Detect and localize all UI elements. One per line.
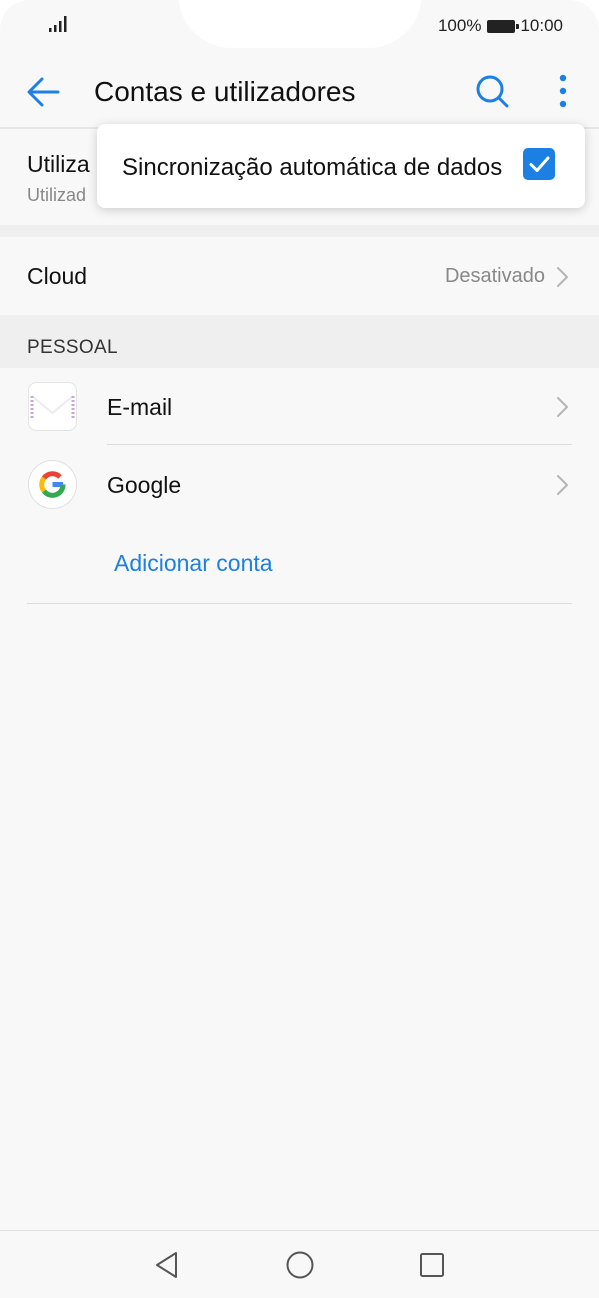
checkmark-icon: [529, 156, 550, 172]
page-title: Contas e utilizadores: [94, 76, 356, 107]
user-row-title: Utiliza: [27, 151, 90, 177]
account-row-email[interactable]: E-mail: [0, 368, 599, 446]
section-header-label: PESSOAL: [27, 337, 118, 358]
nav-recents-icon[interactable]: [416, 1249, 448, 1281]
status-right: 100% 10:00: [438, 15, 563, 37]
navigation-bar: [0, 1230, 599, 1298]
account-name: Google: [107, 472, 182, 498]
account-name: E-mail: [107, 394, 173, 420]
more-vert-icon[interactable]: [548, 72, 578, 112]
row-divider: [107, 444, 572, 445]
battery-percent: 100%: [437, 16, 482, 35]
chevron-right-icon: [557, 475, 568, 495]
app-bar: Contas e utilizadores: [0, 52, 599, 128]
signal-icon: [49, 16, 67, 32]
arrow-left-icon[interactable]: [24, 74, 64, 110]
nav-home-icon[interactable]: [284, 1249, 316, 1281]
auto-sync-label[interactable]: Sincronização automática de dados: [122, 154, 502, 182]
overflow-menu: Sincronização automática de dados: [97, 124, 585, 208]
search-icon[interactable]: [472, 72, 512, 112]
cloud-label: Cloud: [27, 263, 88, 289]
display-notch: [178, 0, 422, 48]
google-g-icon: [28, 460, 77, 509]
cloud-row[interactable]: Cloud Desativado: [0, 237, 599, 315]
status-bar: 100% 10:00: [0, 0, 599, 52]
nav-back-icon[interactable]: [151, 1249, 183, 1281]
user-row-subtitle: Utilizad: [27, 185, 87, 205]
clock: 10:00: [520, 16, 563, 35]
add-account-link[interactable]: Adicionar conta: [114, 550, 273, 577]
battery-icon: [487, 19, 520, 33]
screen-corner-right: [569, 0, 599, 30]
section-header: PESSOAL: [0, 315, 599, 368]
section-gap: [0, 225, 599, 237]
chevron-right-icon: [557, 267, 568, 287]
screen-corner-left: [0, 0, 30, 30]
cloud-status: Desativado: [444, 265, 545, 287]
email-envelope-icon: [28, 382, 77, 431]
chevron-right-icon: [557, 397, 568, 417]
account-row-google[interactable]: Google: [0, 446, 599, 524]
screen: 100% 10:00 Contas e utilizadores Utiliza…: [0, 0, 599, 1298]
auto-sync-checkbox[interactable]: [523, 148, 555, 180]
list-divider: [27, 603, 572, 604]
